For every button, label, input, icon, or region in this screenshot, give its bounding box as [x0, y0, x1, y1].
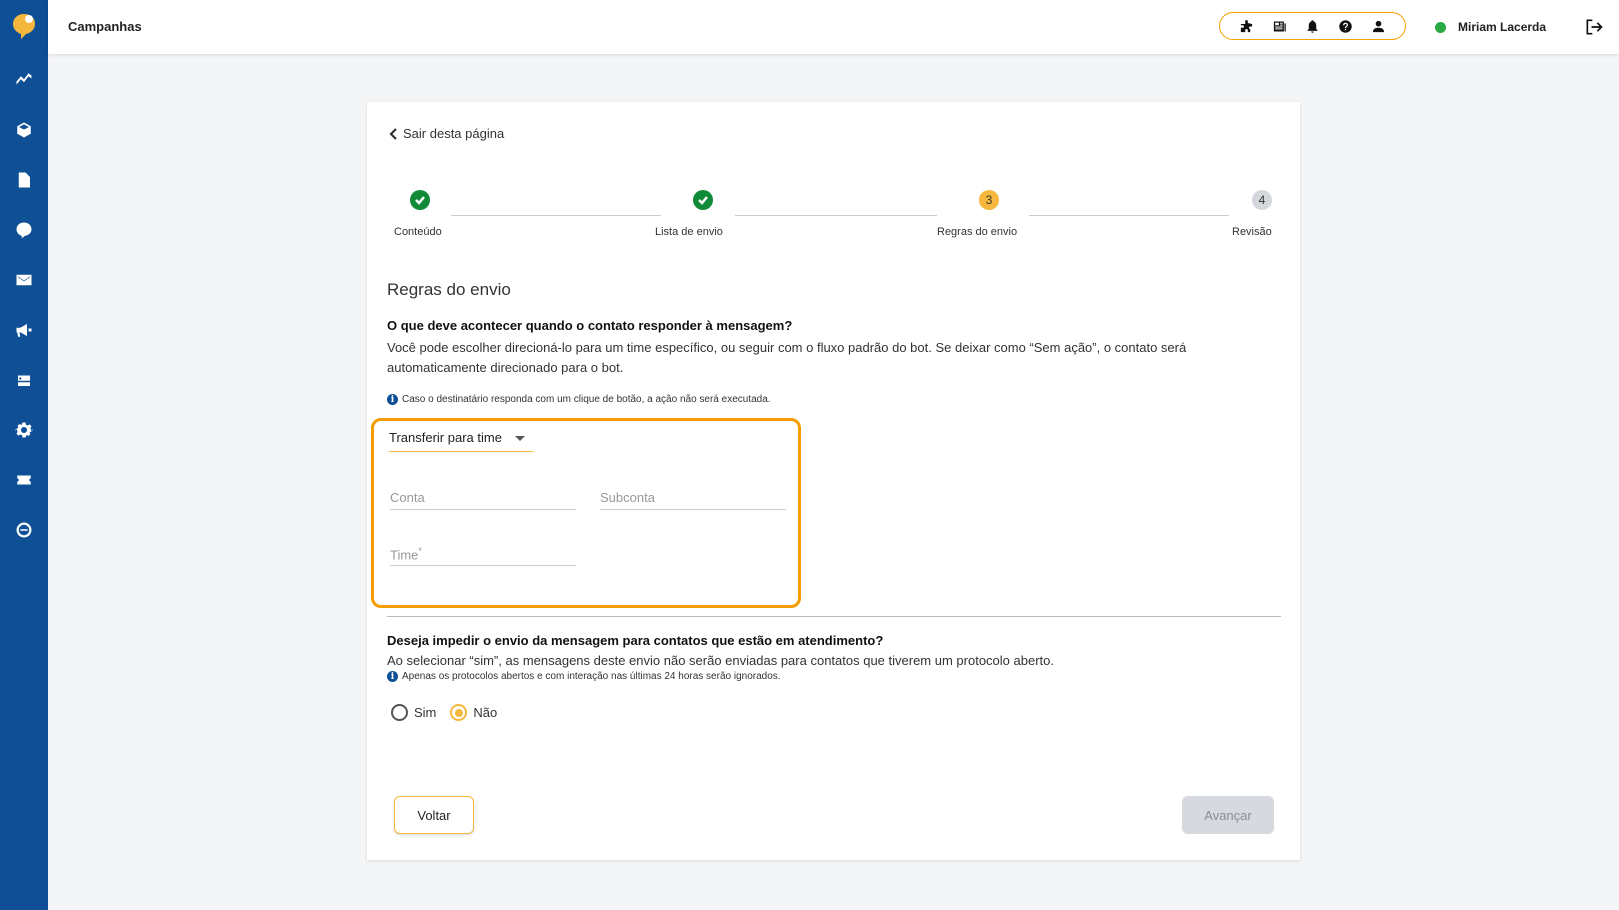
exit-page-label: Sair desta página — [403, 126, 505, 141]
info-icon: i — [387, 394, 398, 405]
bell-icon[interactable] — [1304, 17, 1322, 35]
radio-no[interactable]: Não — [450, 704, 497, 721]
radio-no-circle — [450, 704, 468, 721]
page-title: Campanhas — [68, 19, 142, 34]
toolbar-group — [1219, 12, 1406, 40]
step-4-indicator: 4 — [1252, 190, 1272, 210]
step-2-label: Lista de envio — [655, 226, 723, 238]
puzzle-icon[interactable] — [1238, 17, 1256, 35]
step-1-check-icon — [410, 190, 430, 210]
subaccount-field[interactable]: Subconta — [600, 486, 786, 510]
reply-action-info-text: Caso o destinatário responda com um cliq… — [402, 394, 771, 405]
divider — [387, 616, 1281, 617]
topbar: Campanhas Miriam Lacerda — [48, 0, 1619, 54]
chat-logo-icon[interactable] — [0, 212, 48, 248]
reply-action-info: i Caso o destinatário responda com um cl… — [387, 394, 771, 405]
account-field[interactable]: Conta — [390, 486, 576, 510]
exit-page-link[interactable]: Sair desta página — [389, 126, 504, 141]
reply-action-question: O que deve acontecer quando o contato re… — [387, 318, 793, 333]
document-icon[interactable] — [0, 162, 48, 198]
reply-action-description: Você pode escolher direcioná-lo para um … — [387, 340, 1187, 375]
logout-icon[interactable] — [1584, 17, 1604, 37]
nps-icon[interactable] — [0, 512, 48, 548]
team-field-label: Time — [390, 547, 419, 563]
reply-action-select[interactable]: Transferir para time — [389, 430, 533, 452]
next-button[interactable]: Avançar — [1182, 796, 1274, 834]
news-icon[interactable] — [1271, 17, 1289, 35]
radio-yes[interactable]: Sim — [391, 704, 436, 721]
info-icon: i — [387, 671, 398, 682]
megaphone-icon[interactable] — [0, 312, 48, 348]
radio-yes-label: Sim — [414, 705, 437, 720]
gear-icon[interactable] — [0, 412, 48, 448]
campaign-rules-card: Sair desta página Conteúdo Lista de envi… — [367, 102, 1300, 860]
user-icon[interactable] — [1370, 17, 1388, 35]
user-name[interactable]: Miriam Lacerda — [1458, 20, 1546, 34]
app-logo-icon[interactable] — [12, 12, 36, 40]
block-attending-info: i Apenas os protocolos abertos e com int… — [387, 671, 781, 682]
reply-action-select-value: Transferir para time — [389, 430, 502, 445]
step-3-indicator: 3 — [979, 190, 999, 210]
help-icon[interactable] — [1337, 17, 1355, 35]
status-indicator — [1435, 22, 1446, 33]
step-connector — [451, 215, 661, 216]
block-attending-info-text: Apenas os protocolos abertos e com inter… — [402, 671, 781, 682]
chevron-left-icon — [389, 127, 397, 140]
analytics-icon[interactable] — [0, 62, 48, 98]
mail-icon[interactable] — [0, 262, 48, 298]
block-attending-question: Deseja impedir o envio da mensagem para … — [387, 633, 884, 648]
radio-yes-circle — [391, 704, 408, 721]
cube-icon[interactable] — [0, 112, 48, 148]
step-4-label: Revisão — [1232, 226, 1272, 238]
block-attending-radio-group: Sim Não — [391, 704, 501, 721]
robot-icon[interactable] — [0, 362, 48, 398]
step-3-label: Regras do envio — [937, 226, 1018, 238]
account-field-label: Conta — [390, 490, 425, 505]
caret-down-icon — [515, 436, 525, 441]
back-button[interactable]: Voltar — [394, 796, 474, 834]
sidebar — [0, 0, 48, 910]
step-connector — [735, 215, 937, 216]
radio-no-label: Não — [473, 705, 498, 720]
required-mark: * — [418, 546, 422, 556]
step-2-check-icon — [693, 190, 713, 210]
ticket-icon[interactable] — [0, 462, 48, 498]
block-attending-description: Ao selecionar “sim”, as mensagens deste … — [387, 653, 1054, 668]
section-title: Regras do envio — [387, 280, 511, 299]
step-1-label: Conteúdo — [394, 226, 442, 238]
subaccount-field-label: Subconta — [600, 490, 655, 505]
team-field[interactable]: Time* — [390, 542, 576, 566]
step-connector — [1029, 215, 1229, 216]
